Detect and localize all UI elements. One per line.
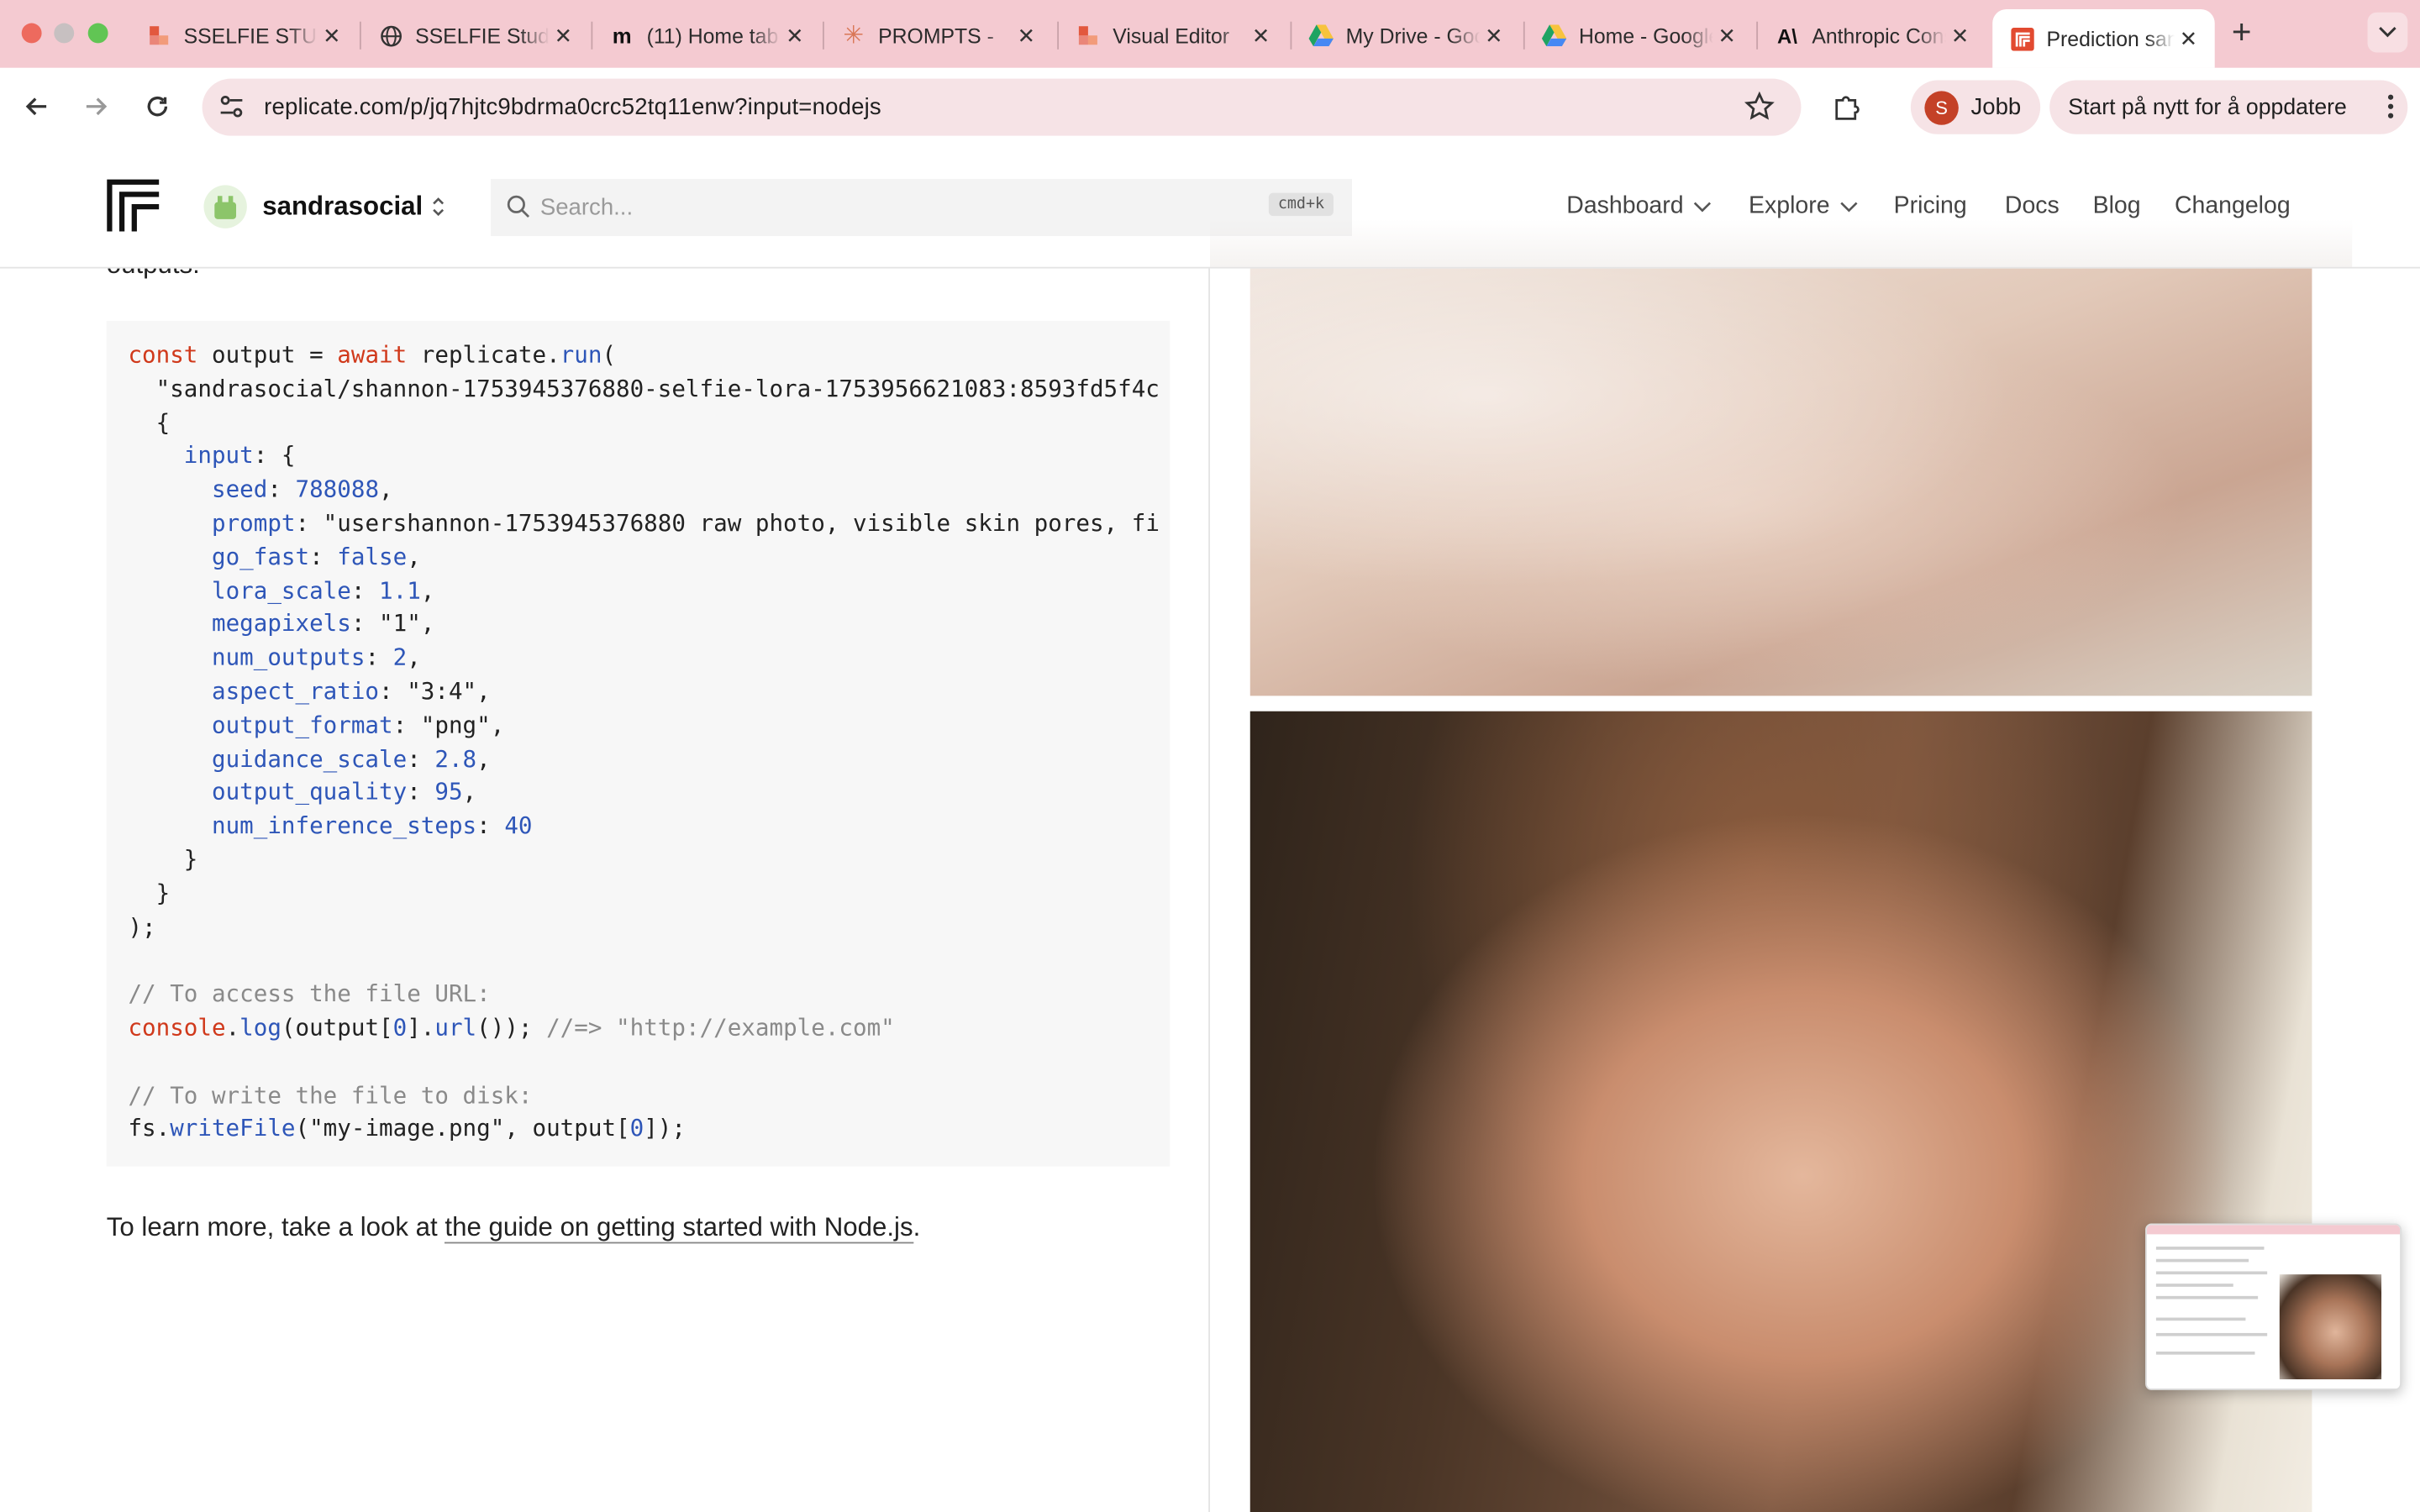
tab-prediction[interactable]: Prediction sandrasocial ✕ bbox=[1992, 9, 2215, 68]
output-image-2[interactable] bbox=[1249, 711, 2312, 1512]
tab-anthropic-console[interactable]: A\ Anthropic Console ✕ bbox=[1758, 9, 1986, 61]
nav-docs[interactable]: Docs bbox=[2005, 193, 2060, 221]
page-content: sandrasocial Search... cmd+k Dashboard E… bbox=[0, 148, 2420, 1512]
reload-button[interactable] bbox=[140, 90, 174, 123]
drive-icon bbox=[1541, 24, 1567, 48]
back-button[interactable] bbox=[20, 90, 54, 123]
more-menu-icon[interactable] bbox=[2386, 92, 2396, 126]
search-shortcut: cmd+k bbox=[1268, 192, 1334, 217]
new-tab-button[interactable]: + bbox=[2232, 13, 2252, 53]
avatar: S bbox=[1924, 90, 1959, 124]
code-snippet: const output = await replicate.run( "san… bbox=[128, 340, 1160, 1142]
nav-pricing[interactable]: Pricing bbox=[1894, 193, 1967, 221]
org-avatar[interactable] bbox=[203, 185, 247, 228]
nav-changelog[interactable]: Changelog bbox=[2175, 193, 2291, 221]
puzzle-icon bbox=[1835, 96, 1860, 120]
tab-sselfie-studio-2[interactable]: SSELFIE Studio ✕ bbox=[361, 9, 590, 61]
window-minimize-button[interactable] bbox=[54, 23, 75, 44]
close-tab-icon[interactable]: ✕ bbox=[550, 23, 577, 49]
anthropic-icon: A\ bbox=[1777, 24, 1797, 48]
miro-icon: m bbox=[612, 23, 632, 48]
window-zoom-button[interactable] bbox=[87, 23, 108, 44]
figma-icon bbox=[146, 24, 171, 48]
chevron-down-icon bbox=[1839, 202, 1857, 213]
extensions-button[interactable] bbox=[1829, 90, 1863, 123]
tab-home-drive[interactable]: Home - Google Drive ✕ bbox=[1525, 9, 1754, 61]
site-info-icon[interactable] bbox=[218, 94, 245, 127]
tab-my-drive[interactable]: My Drive - Google Drive ✕ bbox=[1292, 9, 1520, 61]
forward-button[interactable] bbox=[79, 90, 113, 123]
nav-blog[interactable]: Blog bbox=[2093, 193, 2141, 221]
chevron-down-icon bbox=[1693, 202, 1711, 213]
close-tab-icon[interactable]: ✕ bbox=[1713, 23, 1741, 49]
screenshot-thumbnail[interactable] bbox=[2145, 1223, 2402, 1390]
figma-icon bbox=[1076, 24, 1100, 48]
address-bar[interactable]: replicate.com/p/jq7hjtc9bdrma0crc52tq11e… bbox=[202, 78, 1802, 136]
profile-name: Jobb bbox=[1970, 94, 2022, 121]
nav-dashboard[interactable]: Dashboard bbox=[1566, 193, 1711, 221]
url-text: replicate.com/p/jq7hjtc9bdrma0crc52tq11e… bbox=[264, 94, 881, 121]
close-tab-icon[interactable]: ✕ bbox=[781, 23, 808, 49]
tab-sselfie-studio[interactable]: SSELFIE STUDIO ✕ bbox=[129, 9, 358, 61]
org-name[interactable]: sandrasocial bbox=[262, 192, 423, 223]
tab-search-button[interactable] bbox=[2367, 12, 2408, 53]
code-block[interactable]: const output = await replicate.run( "san… bbox=[106, 321, 1171, 1167]
nav-explore[interactable]: Explore bbox=[1749, 193, 1858, 221]
output-image-1[interactable] bbox=[1249, 266, 2312, 696]
profile-button[interactable]: S Jobb bbox=[1910, 80, 2041, 134]
update-button[interactable]: Start på nytt for å oppdatere bbox=[2049, 80, 2408, 134]
search-placeholder: Search... bbox=[539, 194, 634, 221]
column-divider bbox=[1208, 266, 1211, 1512]
tab-prompts[interactable]: ✳ PROMPTS - ✕ bbox=[824, 9, 1053, 61]
replicate-logo[interactable] bbox=[107, 179, 162, 234]
replicate-icon bbox=[2009, 26, 2033, 50]
claude-icon: ✳ bbox=[843, 23, 865, 50]
window-close-button[interactable] bbox=[21, 23, 42, 44]
globe-icon bbox=[378, 24, 402, 48]
search-icon bbox=[506, 194, 530, 227]
site-header: sandrasocial Search... cmd+k Dashboard E… bbox=[0, 148, 2420, 269]
reload-icon bbox=[147, 96, 168, 117]
tab-strip: SSELFIE STUDIO ✕ SSELFIE Studio ✕ m (11)… bbox=[0, 0, 2420, 68]
close-tab-icon[interactable]: ✕ bbox=[1013, 23, 1040, 49]
nodejs-guide-link[interactable]: the guide on getting started with Node.j… bbox=[445, 1212, 913, 1244]
close-tab-icon[interactable]: ✕ bbox=[1247, 23, 1275, 49]
tab-home[interactable]: m (11) Home tab ✕ bbox=[592, 9, 821, 61]
arrow-right-icon bbox=[86, 97, 108, 116]
bookmark-star-icon[interactable] bbox=[1744, 91, 1776, 129]
tab-visual-editor[interactable]: Visual Editor ✕ bbox=[1059, 9, 1287, 61]
chevron-down-icon bbox=[2379, 27, 2396, 38]
search-input[interactable]: Search... cmd+k bbox=[491, 179, 1352, 237]
arrow-left-icon bbox=[25, 97, 47, 116]
learn-more-text: To learn more, take a look at the guide … bbox=[106, 1212, 921, 1244]
update-label: Start på nytt for å oppdatere bbox=[2068, 94, 2347, 120]
close-tab-icon[interactable]: ✕ bbox=[1480, 23, 1507, 49]
chevron-updown-icon[interactable] bbox=[430, 194, 445, 227]
close-tab-icon[interactable]: ✕ bbox=[2175, 25, 2202, 51]
drive-icon bbox=[1308, 24, 1334, 48]
close-tab-icon[interactable]: ✕ bbox=[318, 23, 345, 49]
close-tab-icon[interactable]: ✕ bbox=[1946, 23, 1974, 49]
